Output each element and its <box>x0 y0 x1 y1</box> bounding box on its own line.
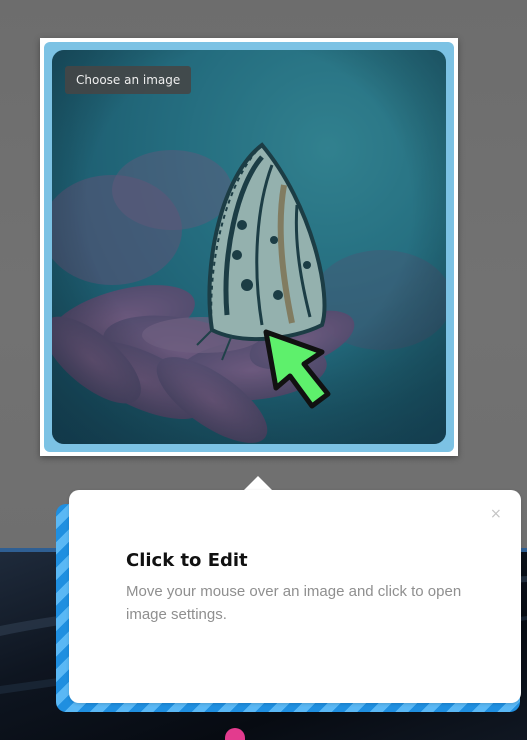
tooltip-pointer <box>243 476 273 491</box>
arrow-cursor-icon <box>263 329 331 409</box>
close-icon[interactable]: × <box>490 507 502 521</box>
choose-image-button[interactable]: Choose an image <box>65 66 192 94</box>
image-block[interactable]: Choose an image <box>40 38 458 456</box>
tooltip-description: Move your mouse over an image and click … <box>126 583 462 623</box>
image-preview[interactable]: Choose an image <box>52 50 446 444</box>
click-to-edit-tooltip: × Click to Edit Move your mouse over an … <box>69 490 521 703</box>
butterfly-flower-image <box>52 50 446 444</box>
image-frame-highlight: Choose an image <box>44 42 454 452</box>
tooltip-title: Click to Edit <box>126 550 248 571</box>
